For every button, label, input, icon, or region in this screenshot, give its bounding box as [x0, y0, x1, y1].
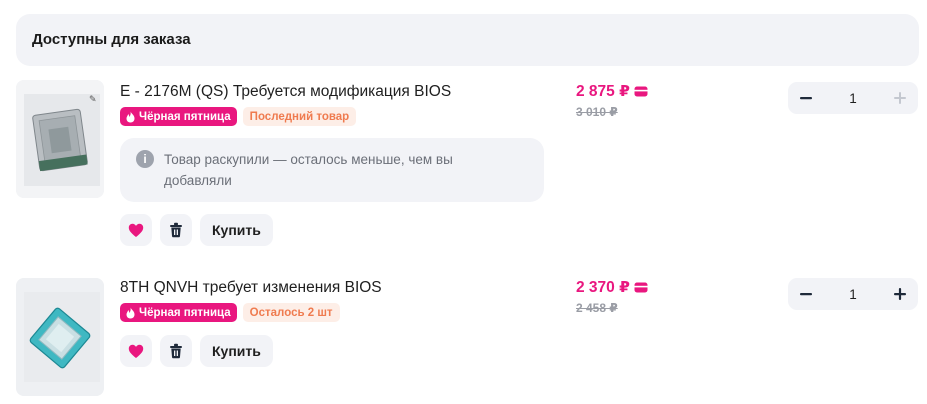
- minus-icon: [800, 97, 812, 100]
- svg-text:✎: ✎: [89, 95, 97, 105]
- price-block: 2 370 ₽ 2 458 ₽: [576, 278, 648, 315]
- favorite-button[interactable]: [120, 214, 152, 246]
- cpu-image: [16, 278, 104, 396]
- black-friday-label: Чёрная пятница: [139, 306, 231, 319]
- plus-icon: [893, 288, 906, 300]
- notice-text: Товар раскупили — осталось меньше, чем в…: [164, 152, 453, 188]
- old-price: 2 458 ₽: [576, 301, 618, 315]
- info-icon: i: [136, 150, 154, 168]
- buy-button[interactable]: Купить: [200, 335, 273, 367]
- product-image[interactable]: ✎: [16, 80, 104, 198]
- decrease-button[interactable]: [794, 86, 818, 110]
- stock-notice: i Товар раскупили — осталось меньше, чем…: [120, 138, 544, 202]
- plus-icon: [893, 92, 906, 104]
- price-value: 2 370 ₽: [576, 279, 630, 296]
- section-header: Доступны для заказа: [16, 14, 919, 66]
- buy-button[interactable]: Купить: [200, 214, 273, 246]
- quantity-value: 1: [849, 90, 857, 106]
- product-title[interactable]: 8TH QNVH требует изменения BIOS: [120, 279, 382, 297]
- cpu-image: ✎: [16, 80, 104, 198]
- cart-item: ✎ E - 2176M (QS) Требуется модификация B…: [0, 80, 927, 255]
- card-icon: [634, 86, 648, 97]
- black-friday-label: Чёрная пятница: [139, 110, 231, 123]
- old-price: 3 010 ₽: [576, 105, 618, 119]
- quantity-stepper: 1: [788, 82, 918, 114]
- price: 2 875 ₽: [576, 82, 648, 101]
- price-block: 2 875 ₽ 3 010 ₽: [576, 82, 648, 119]
- item-actions: Купить: [120, 214, 273, 246]
- favorite-button[interactable]: [120, 335, 152, 367]
- heart-icon: [128, 223, 144, 237]
- decrease-button[interactable]: [794, 282, 818, 306]
- quantity-value: 1: [849, 286, 857, 302]
- product-title[interactable]: E - 2176M (QS) Требуется модификация BIO…: [120, 83, 451, 101]
- stock-badge: Последний товар: [242, 107, 357, 126]
- item-actions: Купить: [120, 335, 273, 367]
- cart-item: 8TH QNVH требует изменения BIOS Чёрная п…: [0, 276, 927, 401]
- fire-icon: [126, 111, 135, 122]
- minus-icon: [800, 293, 812, 296]
- black-friday-badge: Чёрная пятница: [120, 303, 237, 322]
- product-image[interactable]: [16, 278, 104, 396]
- card-icon: [634, 282, 648, 293]
- delete-button[interactable]: [160, 335, 192, 367]
- increase-button[interactable]: [888, 282, 912, 306]
- badges: Чёрная пятница Осталось 2 шт: [120, 303, 340, 322]
- price-value: 2 875 ₽: [576, 83, 630, 100]
- badges: Чёрная пятница Последний товар: [120, 107, 357, 126]
- heart-icon: [128, 344, 144, 358]
- delete-button[interactable]: [160, 214, 192, 246]
- trash-icon: [170, 343, 182, 359]
- fire-icon: [126, 307, 135, 318]
- stock-badge: Осталось 2 шт: [242, 303, 340, 322]
- black-friday-badge: Чёрная пятница: [120, 107, 237, 126]
- price: 2 370 ₽: [576, 278, 648, 297]
- section-title: Доступны для заказа: [32, 31, 191, 48]
- increase-button[interactable]: [888, 86, 912, 110]
- quantity-stepper: 1: [788, 278, 918, 310]
- trash-icon: [170, 222, 182, 238]
